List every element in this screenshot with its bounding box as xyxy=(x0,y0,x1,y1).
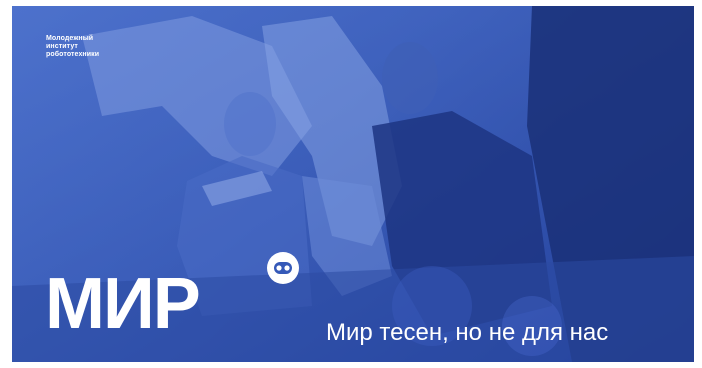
institute-name: Молодежный институт робототехники xyxy=(46,35,99,59)
robot-face-icon xyxy=(267,252,299,284)
institute-line-2: институт xyxy=(46,43,78,50)
institute-line-1: Молодежный xyxy=(46,35,94,42)
promo-banner: Молодежный институт робототехники МИР Ми… xyxy=(12,6,694,362)
tagline: Мир тесен, но не для нас xyxy=(326,319,609,346)
logo-wordmark: МИР xyxy=(45,264,201,344)
institute-line-3: робототехники xyxy=(46,51,100,58)
